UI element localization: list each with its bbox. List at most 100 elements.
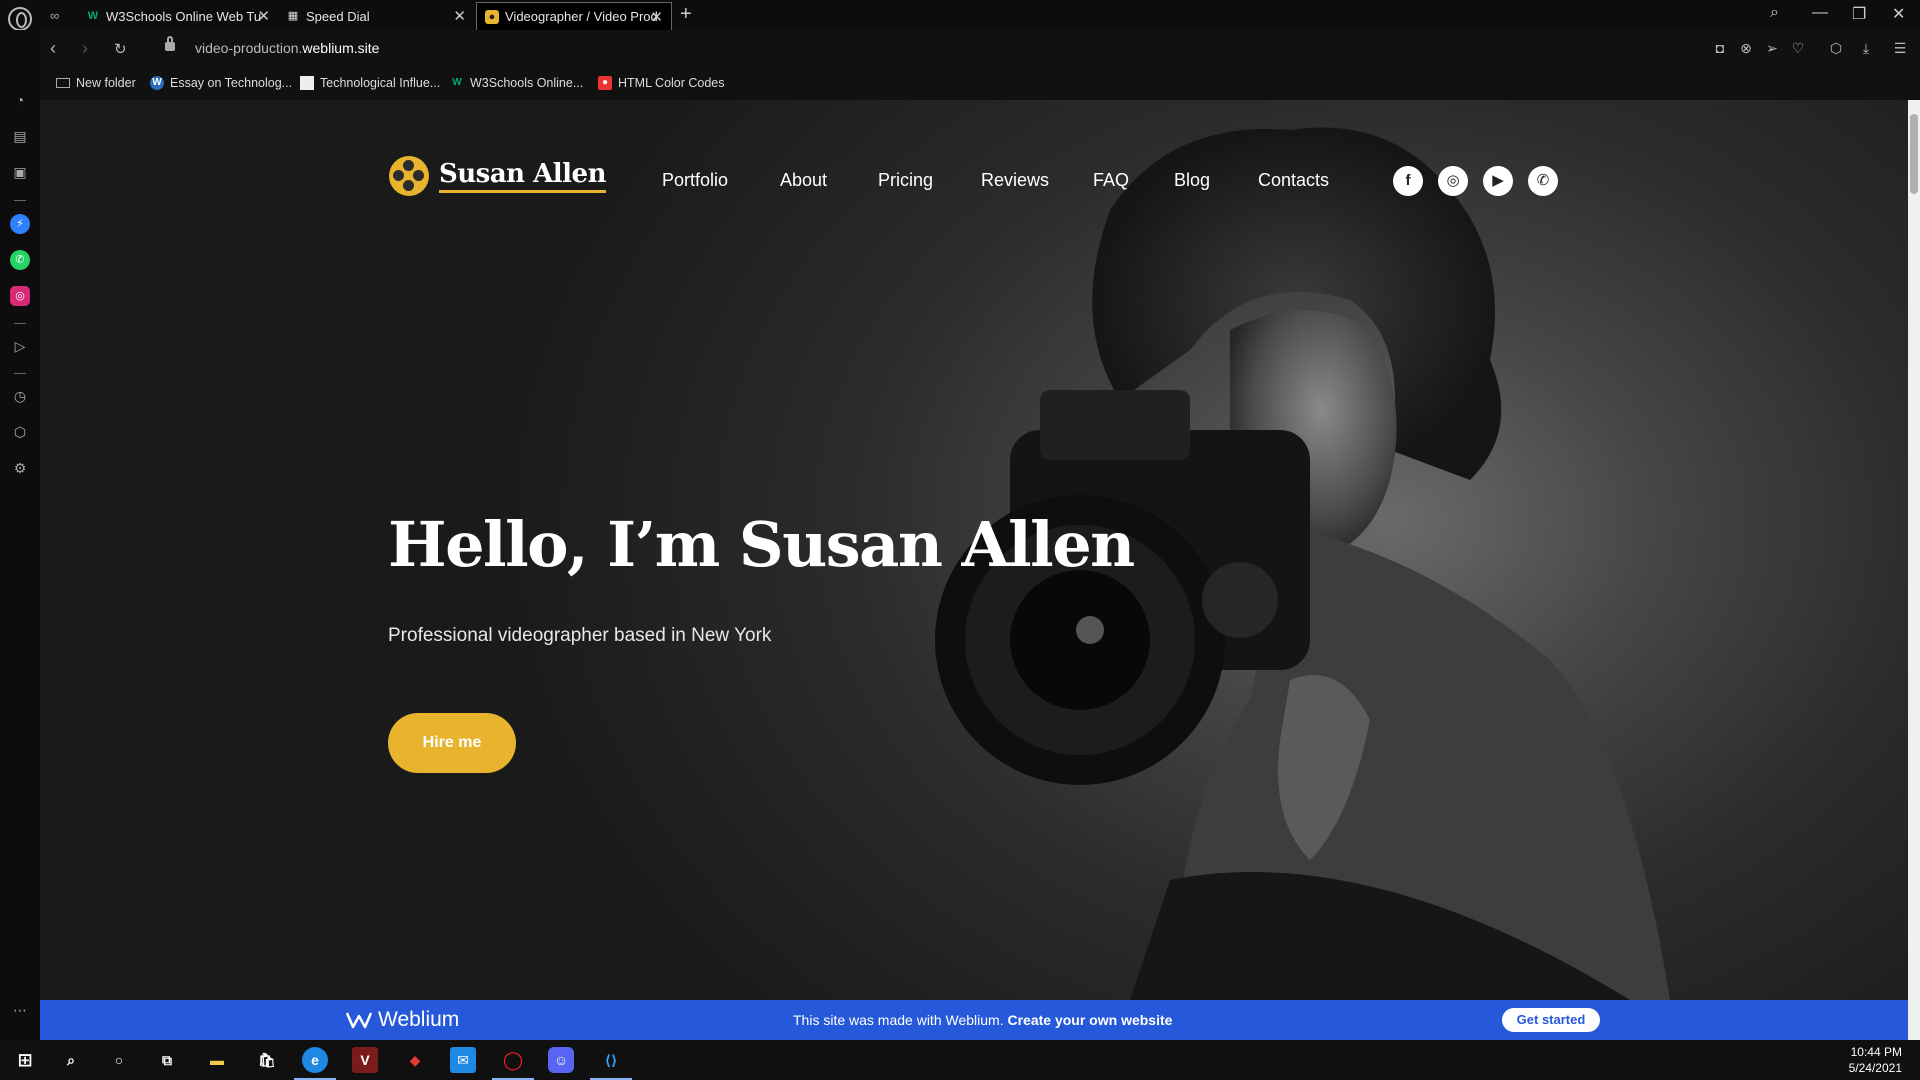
close-window-icon[interactable]: ✕ xyxy=(1892,4,1905,24)
bookmark-label: New folder xyxy=(76,76,136,90)
tab-title: Speed Dial xyxy=(306,8,370,24)
bookmark-html-colors[interactable]: ● HTML Color Codes xyxy=(598,76,725,90)
bookmark-label: Essay on Technolog... xyxy=(170,76,293,90)
bookmark-label: Technological Influe... xyxy=(320,76,441,90)
opera-taskbar-icon[interactable]: ◯ xyxy=(492,1047,534,1080)
weblium-w-icon xyxy=(346,1012,372,1029)
page-viewport: Susan Allen Portfolio About Pricing Revi… xyxy=(40,100,1908,1000)
tab-videographer[interactable]: ● Videographer / Video Prod ✕ xyxy=(476,2,672,30)
hero-subtitle: Professional videographer based in New Y… xyxy=(388,625,772,646)
clock-date: 5/24/2021 xyxy=(1848,1061,1902,1075)
tab-title: Videographer / Video Prod xyxy=(505,9,658,24)
facebook-icon[interactable]: f xyxy=(1393,166,1423,196)
instagram-sidebar-icon[interactable]: ◎ xyxy=(10,286,30,306)
adblock-icon[interactable]: ⊗ xyxy=(1738,40,1754,56)
search-icon[interactable]: ⌕ xyxy=(58,1047,84,1073)
get-started-button[interactable]: Get started xyxy=(1502,1008,1600,1032)
film-reel-icon xyxy=(389,156,429,196)
weblium-brand: Weblium xyxy=(378,1008,460,1031)
banner-create-link[interactable]: Create your own website xyxy=(1007,1012,1172,1028)
close-tab-icon[interactable]: ✕ xyxy=(650,8,663,26)
store-icon[interactable]: 🛍 xyxy=(254,1047,280,1073)
messenger-icon[interactable]: ⚡ xyxy=(10,214,30,234)
easy-setup-icon[interactable]: ☰ xyxy=(1892,40,1908,56)
clock-time: 10:44 PM xyxy=(1850,1045,1902,1059)
task-view-icon[interactable]: ⧉ xyxy=(154,1047,180,1073)
opera-menu-icon[interactable] xyxy=(8,7,32,31)
settings-icon[interactable]: ⚙ xyxy=(10,458,30,478)
instagram-icon[interactable]: ◎ xyxy=(1438,166,1468,196)
tab-speed-dial[interactable]: ▦ Speed Dial ✕ xyxy=(278,2,474,30)
page-scrollbar[interactable] xyxy=(1908,100,1920,1040)
logo-text: Susan Allen xyxy=(439,159,607,193)
scroll-thumb[interactable] xyxy=(1910,114,1918,194)
restore-icon[interactable]: ❐ xyxy=(1852,4,1866,24)
address-bar: ‹ › ↻ video-production.weblium.site ◘ ⊗ … xyxy=(40,30,1920,68)
windows-start-icon[interactable]: ⊞ xyxy=(12,1047,38,1073)
more-icon[interactable]: ⋯ xyxy=(10,1000,30,1020)
reload-icon[interactable]: ↻ xyxy=(114,40,127,58)
nav-faq[interactable]: FAQ xyxy=(1093,170,1129,191)
bookmark-new-folder[interactable]: New folder xyxy=(56,76,136,90)
download-icon[interactable]: ⤓ xyxy=(1858,40,1874,56)
weblium-logo[interactable]: Weblium xyxy=(346,1008,459,1032)
extensions-sidebar-icon[interactable]: ⬡ xyxy=(10,422,30,442)
nav-pricing[interactable]: Pricing xyxy=(878,170,933,191)
nav-portfolio[interactable]: Portfolio xyxy=(662,170,728,191)
browser-sidebar: ◔ ▤ ▣ ⚡ ✆ ◎ ▷ ◷ ⬡ ⚙ ⋯ xyxy=(0,30,40,1050)
lock-icon[interactable] xyxy=(165,36,175,51)
bookmark-label: HTML Color Codes xyxy=(618,76,725,90)
shopping-icon[interactable]: ▤ xyxy=(10,126,30,146)
history-icon[interactable]: ◷ xyxy=(10,386,30,406)
vscode-icon[interactable]: ⟨⟩ xyxy=(590,1047,632,1080)
bookmark-w3schools[interactable]: W W3Schools Online... xyxy=(450,76,583,90)
snapshot-icon[interactable]: ◘ xyxy=(1712,40,1728,56)
extensions-icon[interactable]: ⬡ xyxy=(1828,40,1844,56)
youtube-icon[interactable]: ▶ xyxy=(1483,166,1513,196)
send-icon[interactable]: ➢ xyxy=(1764,40,1780,56)
url-prefix: video-production. xyxy=(195,40,303,56)
search-tabs-icon[interactable]: ⌕ xyxy=(1770,4,1779,22)
app-icon-game[interactable]: ◆ xyxy=(402,1047,428,1073)
discord-icon[interactable]: ☺ xyxy=(548,1047,574,1073)
speed-dial-sidebar-icon[interactable]: ◔ xyxy=(10,90,30,110)
nav-blog[interactable]: Blog xyxy=(1174,170,1210,191)
minimize-icon[interactable]: — xyxy=(1812,4,1828,22)
speed-dial-icon: ▦ xyxy=(287,10,299,22)
nav-about[interactable]: About xyxy=(780,170,827,191)
tab-snooze-icon[interactable]: ∞ xyxy=(50,8,59,23)
weblium-favicon-icon: ● xyxy=(485,9,499,24)
bookmark-essay[interactable]: W Essay on Technolog... xyxy=(150,76,292,90)
app-icon-red[interactable]: V xyxy=(352,1047,378,1073)
twitch-icon[interactable]: ▣ xyxy=(10,162,30,182)
bookmark-label: W3Schools Online... xyxy=(470,76,584,90)
mail-icon[interactable]: ✉ xyxy=(450,1047,476,1073)
file-explorer-icon[interactable]: ▬ xyxy=(204,1047,230,1073)
whatsapp-icon[interactable]: ✆ xyxy=(1528,166,1558,196)
nav-reviews[interactable]: Reviews xyxy=(981,170,1049,191)
bookmark-technological[interactable]: Technological Influe... xyxy=(300,76,440,90)
new-tab-icon[interactable]: + xyxy=(680,3,692,26)
close-tab-icon[interactable]: ✕ xyxy=(453,7,466,25)
nav-contacts[interactable]: Contacts xyxy=(1258,170,1329,191)
banner-text-prefix: This site was made with xyxy=(793,1012,946,1028)
player-icon[interactable]: ▷ xyxy=(10,336,30,356)
close-tab-icon[interactable]: ✕ xyxy=(257,7,270,25)
site-logo[interactable]: Susan Allen xyxy=(389,156,607,196)
edge-icon[interactable]: e xyxy=(294,1047,336,1080)
system-clock[interactable]: 10:44 PM 5/24/2021 xyxy=(1849,1044,1902,1076)
bookmark-heart-icon[interactable]: ♡ xyxy=(1790,40,1806,56)
cortana-icon[interactable]: ○ xyxy=(106,1047,132,1073)
page-icon xyxy=(300,76,314,90)
whatsapp-sidebar-icon[interactable]: ✆ xyxy=(10,250,30,270)
hire-me-button[interactable]: Hire me xyxy=(388,713,516,773)
folder-icon xyxy=(56,78,70,88)
banner-message: This site was made with Weblium. Create … xyxy=(793,1012,1172,1028)
forward-icon[interactable]: › xyxy=(82,38,88,59)
back-icon[interactable]: ‹ xyxy=(50,38,56,59)
tab-title: W3Schools Online Web Tu xyxy=(106,8,262,24)
url-field[interactable]: video-production.weblium.site xyxy=(195,40,379,56)
tab-w3schools[interactable]: W W3Schools Online Web Tu ✕ xyxy=(78,2,278,30)
windows-taskbar: ⊞ ⌕ ○ ⧉ ▬ 🛍 e V ◆ ✉ ◯ ☺ ⟨⟩ 10:44 PM 5/24… xyxy=(0,1040,1920,1080)
tab-bar: ∞ W W3Schools Online Web Tu ✕ ▦ Speed Di… xyxy=(0,0,1920,31)
